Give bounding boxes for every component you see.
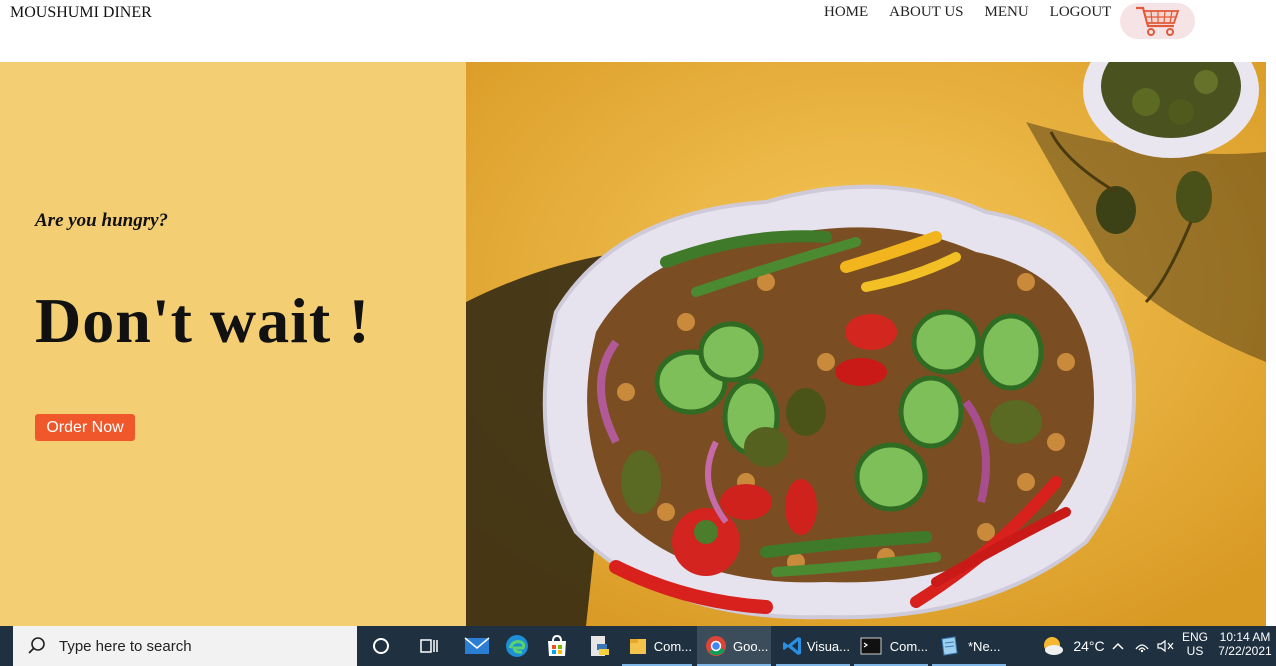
task-view-button[interactable]	[412, 626, 446, 666]
volume-button[interactable]	[1154, 626, 1176, 666]
taskbar-app-cmd[interactable]: Com...	[854, 626, 928, 666]
search-icon	[28, 637, 45, 654]
clock[interactable]: 10:14 AM 7/22/2021	[1214, 630, 1276, 658]
file-explorer-icon	[630, 639, 646, 654]
network-button[interactable]	[1132, 626, 1152, 666]
shopping-cart-icon	[1135, 6, 1179, 36]
taskbar-app-vscode[interactable]: Visua...	[776, 626, 850, 666]
language-code: ENG	[1181, 630, 1208, 644]
python-button[interactable]	[580, 626, 618, 666]
edge-icon	[506, 635, 528, 657]
mail-icon	[464, 637, 490, 654]
command-prompt-icon	[860, 637, 882, 655]
clock-date: 7/22/2021	[1218, 644, 1272, 658]
chevron-up-icon	[1112, 642, 1124, 650]
salad-platter-photo	[466, 62, 1266, 626]
weather-sun-cloud-icon	[1044, 637, 1064, 655]
brand-logo[interactable]: MOUSHUMI DINER	[10, 4, 152, 22]
store-icon	[548, 634, 566, 656]
store-button[interactable]	[538, 626, 576, 666]
mail-button[interactable]	[458, 626, 496, 666]
taskbar-app-label: Visua...	[806, 638, 850, 654]
nav-link-about[interactable]: ABOUT US	[889, 4, 963, 21]
chrome-icon	[706, 636, 726, 656]
language-indicator[interactable]: ENG US	[1180, 630, 1210, 658]
volume-muted-icon	[1157, 639, 1174, 653]
taskbar-app-explorer[interactable]: Com...	[622, 626, 692, 666]
hero-text-panel: Are you hungry? Don't wait ! Order Now	[0, 62, 466, 626]
edge-button[interactable]	[498, 626, 536, 666]
hero-headline: Don't wait !	[35, 285, 371, 356]
clock-time: 10:14 AM	[1219, 630, 1271, 644]
taskbar-app-label: Com...	[653, 638, 692, 654]
windows-taskbar: Type here to search Com... Goo... Visua.…	[0, 626, 1276, 666]
taskbar-app-chrome[interactable]: Goo...	[697, 626, 771, 666]
taskbar-app-notepad[interactable]: *Ne...	[932, 626, 1006, 666]
taskbar-search-box[interactable]: Type here to search	[13, 626, 357, 666]
wifi-icon	[1135, 644, 1149, 653]
show-hidden-icons-button[interactable]	[1108, 626, 1128, 666]
taskbar-app-label: Goo...	[733, 638, 769, 654]
hero-food-image	[466, 62, 1266, 626]
cortana-icon	[373, 638, 389, 654]
weather-widget[interactable]: 24°C	[1032, 626, 1114, 666]
cart-button[interactable]	[1120, 3, 1195, 39]
vscode-icon	[783, 637, 801, 655]
nav-menu: HOME ABOUT US MENU LOGOUT	[824, 4, 1132, 21]
task-view-icon	[420, 639, 438, 653]
nav-link-home[interactable]: HOME	[824, 4, 868, 21]
region-code: US	[1186, 644, 1204, 658]
search-placeholder: Type here to search	[59, 637, 192, 655]
weather-temperature: 24°C	[1073, 638, 1105, 654]
order-now-button[interactable]: Order Now	[35, 414, 135, 441]
taskbar-app-label: Com...	[889, 638, 928, 654]
python-file-icon	[591, 636, 609, 656]
taskbar-app-label: *Ne...	[968, 638, 1001, 654]
nav-link-logout[interactable]: LOGOUT	[1050, 4, 1112, 21]
notepad-icon	[941, 636, 958, 656]
cortana-button[interactable]	[366, 626, 396, 666]
hero-tagline: Are you hungry?	[35, 210, 169, 231]
page-right-edge	[1266, 62, 1276, 626]
top-navbar: MOUSHUMI DINER HOME ABOUT US MENU LOGOUT	[0, 0, 1276, 62]
nav-link-menu[interactable]: MENU	[985, 4, 1029, 21]
